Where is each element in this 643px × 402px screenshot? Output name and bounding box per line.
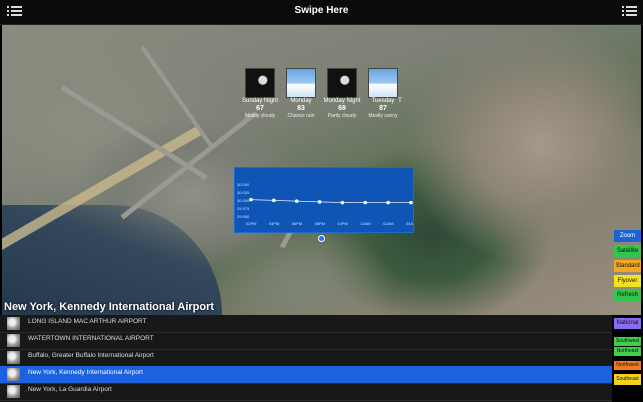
- flyover-button[interactable]: Flyover: [614, 275, 641, 287]
- list-icon[interactable]: [622, 4, 638, 18]
- data-point: [340, 200, 345, 205]
- airport-thumbnail: [7, 368, 20, 381]
- forecast-day[interactable]: T: [390, 98, 410, 105]
- airport-name: LONG ISLAND MAC ARTHUR AIRPORT: [28, 318, 147, 325]
- forecast-day[interactable]: Monday 83 Chance rain: [281, 68, 321, 119]
- runway: [140, 45, 213, 147]
- airport-thumbnail: [7, 317, 20, 330]
- forecast-desc: Mostly sunny: [368, 113, 398, 119]
- y-tick-label: 29.975: [237, 206, 250, 211]
- cloud-sun-icon: [286, 68, 316, 98]
- forecast-day[interactable]: Sunday Night 67 Mostly cloudy: [240, 68, 280, 119]
- y-tick-label: 30.000: [237, 198, 250, 203]
- x-tick-label: 02AM: [383, 221, 393, 226]
- forecast-temp: 87: [379, 105, 387, 112]
- data-point: [294, 199, 299, 203]
- airport-name: New York, La Guardia Airport: [28, 386, 112, 393]
- forecast-name: Sunday Night: [241, 98, 279, 104]
- data-point: [409, 200, 413, 205]
- zoom-button[interactable]: Zoom: [614, 230, 641, 242]
- forecast-desc: Mostly cloudy: [244, 113, 276, 119]
- x-tick-label: 06PM: [292, 221, 302, 226]
- y-tick-label: 29.950: [237, 214, 250, 219]
- standard-button[interactable]: Standard: [614, 260, 641, 272]
- x-tick-label: 12AM: [360, 221, 370, 226]
- list-item[interactable]: New York, La Guardia Airport: [0, 383, 612, 401]
- chart-canvas: 30.000 30.025 30.000 29.975 29.950 02PM 04PM 06…: [237, 182, 413, 226]
- y-tick-label: 30.025: [237, 190, 250, 195]
- cloud-sun-icon: [368, 68, 398, 98]
- x-tick-label: 08PM: [315, 221, 325, 226]
- list-item-selected[interactable]: New York, Kennedy International Airport: [0, 366, 612, 384]
- data-point: [386, 200, 390, 205]
- swipe-title[interactable]: Swipe Here: [0, 5, 643, 16]
- data-point: [272, 198, 276, 203]
- data-point: [363, 200, 368, 205]
- list-item[interactable]: WATERTOWN INTERNATIONAL AIRPORT: [0, 332, 612, 350]
- moon-cloud-icon: [245, 68, 275, 98]
- data-point: [249, 197, 253, 202]
- region-national-button[interactable]: National: [614, 318, 641, 329]
- forecast-temp: 67: [256, 105, 264, 112]
- airport-list[interactable]: LONG ISLAND MAC ARTHUR AIRPORT WATERTOWN…: [0, 315, 612, 402]
- forecast-desc: Chance rain: [287, 113, 315, 119]
- selected-airport-title: New York, Kennedy International Airport: [4, 301, 215, 313]
- airport-name: Buffalo, Greater Buffalo International A…: [28, 352, 154, 359]
- forecast-name: T: [398, 98, 402, 104]
- moon-cloud-icon: [327, 68, 357, 98]
- region-southwest-button[interactable]: Southwest: [614, 337, 641, 346]
- location-pin-icon[interactable]: [318, 235, 325, 242]
- forecast-temp: 83: [297, 105, 305, 112]
- forecast-day[interactable]: Monday Night 69 Partly cloudy: [322, 68, 362, 119]
- airport-thumbnail: [7, 334, 20, 347]
- forecast-temp: 69: [338, 105, 346, 112]
- region-southeast-button[interactable]: Southeast: [614, 374, 641, 385]
- data-point: [317, 200, 322, 204]
- list-item[interactable]: Buffalo, Greater Buffalo International A…: [0, 349, 612, 367]
- satellite-button[interactable]: Satellite: [614, 245, 641, 257]
- y-tick-label: 30.000: [237, 182, 250, 187]
- airport-thumbnail: [7, 351, 20, 364]
- x-tick-label: 04AM: [406, 221, 413, 226]
- top-bar: Swipe Here: [0, 0, 643, 25]
- forecast-strip: Sunday Night 67 Mostly cloudy Monday 83 …: [240, 68, 420, 123]
- region-northeast-button[interactable]: Northeast: [614, 347, 641, 356]
- airport-thumbnail: [7, 385, 20, 398]
- forecast-desc: Partly cloudy: [327, 113, 357, 119]
- region-northwest-button[interactable]: Northwest: [614, 361, 641, 370]
- pressure-chart[interactable]: 30.000 30.025 30.000 29.975 29.950 02PM 04PM 06…: [234, 167, 414, 233]
- forecast-name: Monday Night: [323, 98, 361, 104]
- airport-name: WATERTOWN INTERNATIONAL AIRPORT: [28, 335, 154, 342]
- x-tick-label: 04PM: [269, 221, 279, 226]
- refresh-button[interactable]: Refresh: [614, 289, 641, 301]
- forecast-day[interactable]: Tuesday 87 Mostly sunny: [363, 68, 403, 119]
- airport-name: New York, Kennedy International Airport: [28, 369, 143, 376]
- x-tick-label: 02PM: [246, 221, 256, 226]
- x-tick-label: 10PM: [337, 221, 347, 226]
- list-item[interactable]: LONG ISLAND MAC ARTHUR AIRPORT: [0, 315, 612, 333]
- forecast-name: Monday: [290, 98, 312, 104]
